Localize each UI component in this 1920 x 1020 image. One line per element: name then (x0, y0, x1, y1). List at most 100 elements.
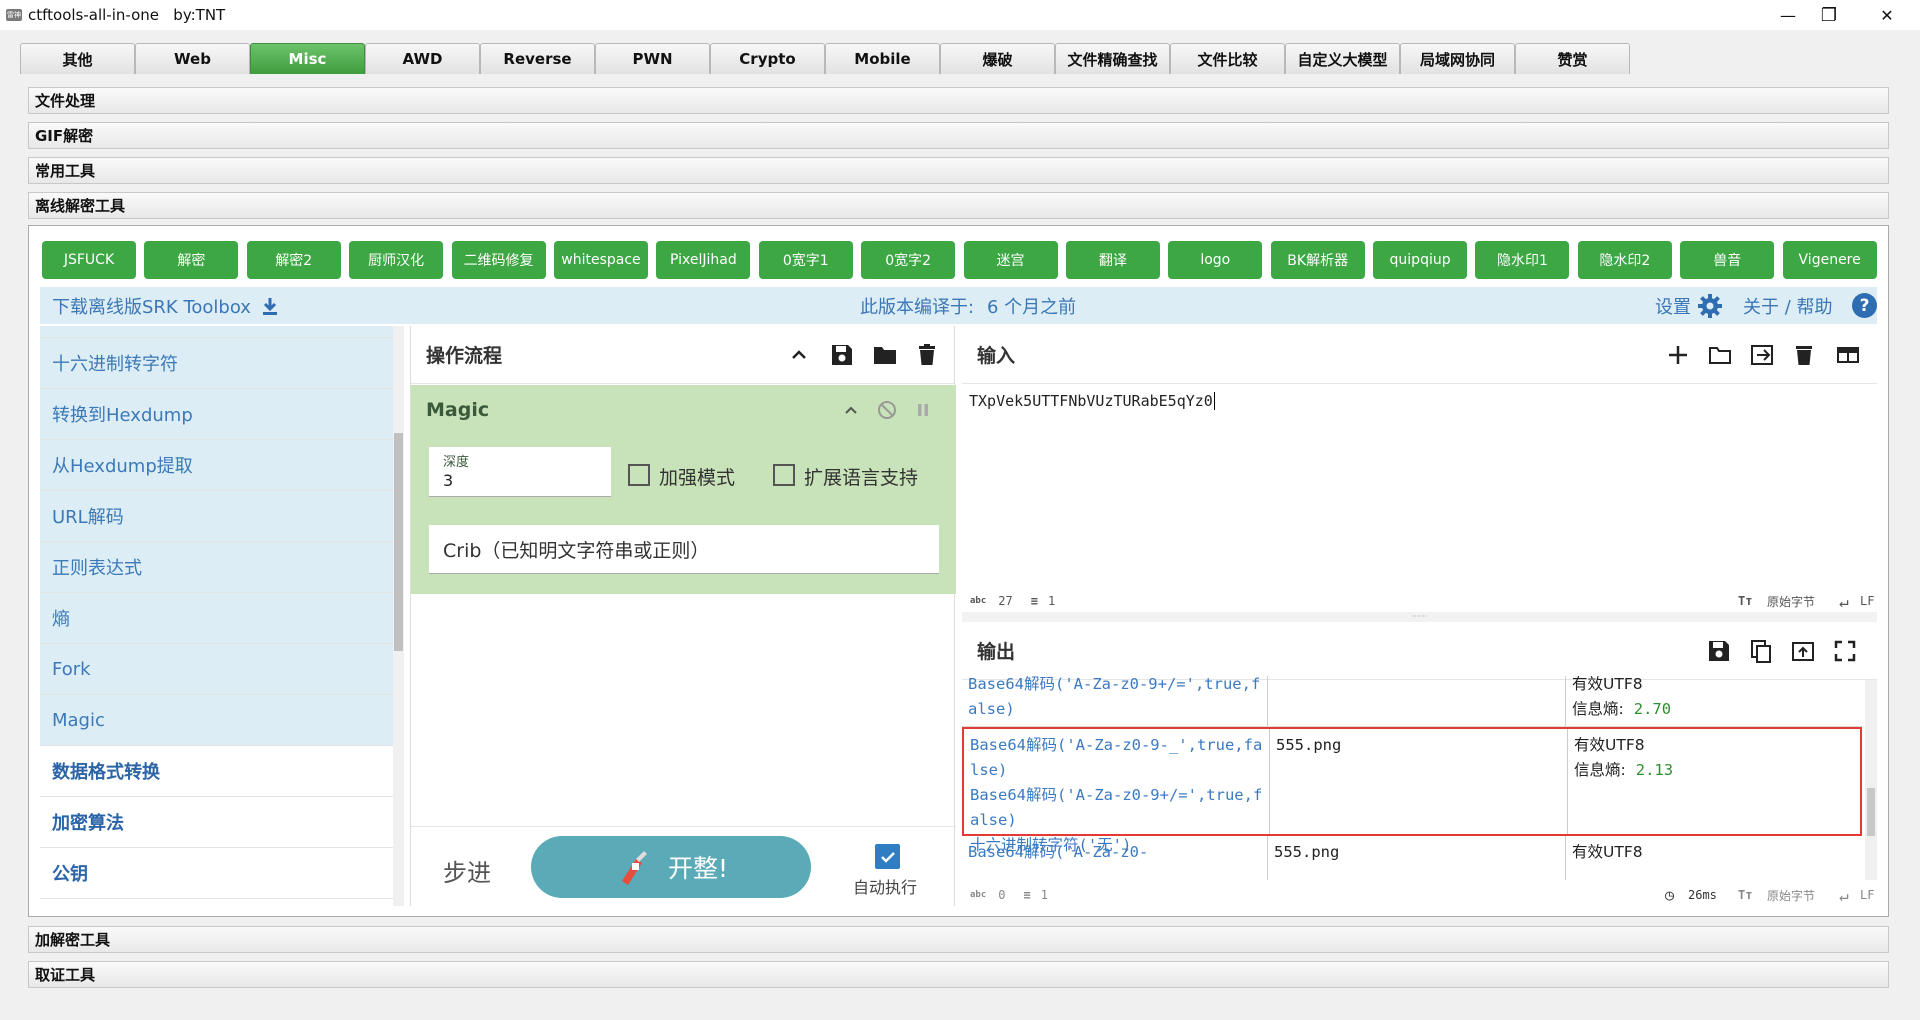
sidebar-operation-3[interactable]: URL解码 (40, 491, 393, 542)
output-scroll-thumb[interactable] (1867, 788, 1875, 836)
sidebar-category-10[interactable]: 公钥 (40, 848, 393, 899)
close-button[interactable]: ✕ (1864, 0, 1910, 30)
chevron-up-small-icon[interactable] (842, 401, 860, 419)
minimize-button[interactable]: — (1765, 0, 1811, 30)
trash-icon[interactable] (914, 342, 940, 368)
copy-output-icon[interactable] (1748, 638, 1774, 664)
sidebar-operation-7[interactable]: Magic (40, 695, 393, 746)
charenc-icon[interactable]: Tт (1738, 594, 1752, 608)
output-recipe-cell[interactable]: Base64解码('A-Za-z0-9+/=',true,false) (962, 676, 1267, 726)
maximize-button[interactable]: ❐ (1806, 0, 1852, 30)
sidebar-operation-0[interactable]: 十六进制转字符 (40, 338, 393, 389)
gear-icon[interactable] (1697, 293, 1723, 319)
tab-4[interactable]: Reverse (480, 43, 595, 74)
crib-input[interactable]: Crib（已知明文字符串或正则） (429, 525, 939, 574)
output-scrollbar[interactable] (1865, 680, 1877, 880)
accordion-header-3[interactable]: 离线解密工具 (28, 192, 1889, 219)
output-row[interactable]: Base64解码('A-Za-z0- 555.png 有效UTF8 (962, 836, 1862, 880)
tab-11[interactable]: 自定义大模型 (1285, 43, 1400, 74)
eol-icon[interactable]: ↵ (1839, 592, 1849, 611)
sidebar-scroll-thumb[interactable] (394, 433, 403, 651)
maximize-output-icon[interactable] (1832, 638, 1858, 664)
about-help-link[interactable]: 关于 / 帮助 (1743, 293, 1833, 319)
input-eol[interactable]: LF (1860, 594, 1874, 608)
sidebar-operation-1[interactable]: 转换到Hexdump (40, 389, 393, 440)
output-charenc-icon[interactable]: Tт (1738, 888, 1752, 902)
depth-value[interactable]: 3 (443, 471, 453, 490)
chevron-up-icon[interactable] (786, 342, 812, 368)
layout-icon[interactable] (1835, 342, 1861, 368)
tool-button-15[interactable]: 隐水印2 (1577, 241, 1672, 279)
tool-button-11[interactable]: logo (1168, 241, 1263, 279)
tool-button-2[interactable]: 解密2 (246, 241, 341, 279)
tool-button-17[interactable]: Vigenere (1782, 241, 1877, 279)
disable-icon[interactable] (877, 400, 897, 420)
save-output-icon[interactable] (1706, 638, 1732, 664)
sidebar-operation-5[interactable]: 熵 (40, 593, 393, 644)
tool-button-13[interactable]: quipqiup (1373, 241, 1468, 279)
bake-button[interactable]: 开整! (531, 836, 811, 898)
accordion-header-0[interactable]: 文件处理 (28, 87, 1889, 114)
tab-1[interactable]: Web (135, 43, 250, 74)
input-textarea[interactable]: TXpVek5UTTFNbVUzTURabE5qYz0 (969, 392, 1849, 592)
tool-button-12[interactable]: BK解析器 (1270, 241, 1365, 279)
tab-13[interactable]: 赞赏 (1515, 43, 1630, 74)
replace-input-icon[interactable] (1790, 638, 1816, 664)
download-link[interactable]: 下载离线版SRK Toolbox (52, 293, 251, 319)
folder-icon[interactable] (872, 342, 898, 368)
input-raw-bytes[interactable]: 原始字节 (1767, 593, 1815, 610)
accordion-bottom-header-1[interactable]: 取证工具 (28, 961, 1889, 988)
sidebar-operation-6[interactable]: Fork (40, 644, 393, 695)
sidebar-category-9[interactable]: 加密算法 (40, 797, 393, 848)
auto-bake-checkbox[interactable] (875, 844, 900, 869)
output-recipe-cell[interactable]: Base64解码('A-Za-z0-9-_',true,false) Base6… (964, 729, 1269, 854)
tool-button-14[interactable]: 隐水印1 (1475, 241, 1570, 279)
depth-field[interactable]: 深度 3 (429, 447, 611, 497)
tool-button-10[interactable]: 翻译 (1065, 241, 1160, 279)
accordion-header-1[interactable]: GIF解密 (28, 122, 1889, 149)
tab-12[interactable]: 局域网协同 (1400, 43, 1515, 74)
clear-input-icon[interactable] (1791, 342, 1817, 368)
accordion-bottom-header-0[interactable]: 加解密工具 (28, 926, 1889, 953)
extensive-language-checkbox[interactable] (773, 464, 795, 486)
load-input-icon[interactable] (1749, 342, 1775, 368)
sidebar-operation-2[interactable]: 从Hexdump提取 (40, 440, 393, 491)
open-folder-icon[interactable] (1707, 342, 1733, 368)
help-icon[interactable]: ? (1852, 293, 1877, 318)
tab-6[interactable]: Crypto (710, 43, 825, 74)
resize-handle[interactable]: ······ (962, 612, 1877, 622)
sidebar-operation-4[interactable]: 正则表达式 (40, 542, 393, 593)
add-tab-icon[interactable] (1665, 342, 1691, 368)
tool-button-16[interactable]: 兽音 (1680, 241, 1775, 279)
tab-10[interactable]: 文件比较 (1170, 43, 1285, 74)
tab-7[interactable]: Mobile (825, 43, 940, 74)
download-icon[interactable] (259, 295, 281, 317)
save-icon[interactable] (829, 342, 855, 368)
tool-button-6[interactable]: PixelJihad (656, 241, 751, 279)
output-row[interactable]: Base64解码('A-Za-z0-9+/=',true,false) 有效UTF… (962, 676, 1862, 727)
tab-5[interactable]: PWN (595, 43, 710, 74)
tool-button-0[interactable]: JSFUCK (42, 241, 136, 279)
output-recipe-cell[interactable]: Base64解码('A-Za-z0- (962, 836, 1267, 880)
tool-button-1[interactable]: 解密 (144, 241, 239, 279)
intensive-mode-checkbox[interactable] (628, 464, 650, 486)
tool-button-8[interactable]: 0宽字2 (861, 241, 956, 279)
tool-button-3[interactable]: 厨师汉化 (349, 241, 444, 279)
tab-2[interactable]: Misc (250, 43, 365, 74)
tool-button-7[interactable]: 0宽字1 (758, 241, 853, 279)
tool-button-4[interactable]: 二维码修复 (451, 241, 546, 279)
output-eol[interactable]: LF (1860, 888, 1874, 902)
tool-button-9[interactable]: 迷宫 (963, 241, 1058, 279)
tab-8[interactable]: 爆破 (940, 43, 1055, 74)
accordion-header-2[interactable]: 常用工具 (28, 157, 1889, 184)
settings-link[interactable]: 设置 (1655, 293, 1691, 319)
sidebar-category-8[interactable]: 数据格式转换 (40, 746, 393, 797)
output-row[interactable]: Base64解码('A-Za-z0-9-_',true,false) Base6… (962, 727, 1862, 854)
tool-button-5[interactable]: whitespace (553, 241, 648, 279)
pause-icon[interactable] (915, 402, 931, 418)
output-eol-icon[interactable]: ↵ (1839, 886, 1849, 905)
tab-3[interactable]: AWD (365, 43, 480, 74)
tab-0[interactable]: 其他 (20, 43, 135, 74)
output-raw-bytes[interactable]: 原始字节 (1767, 887, 1815, 904)
step-button[interactable]: 步进 (443, 853, 491, 888)
